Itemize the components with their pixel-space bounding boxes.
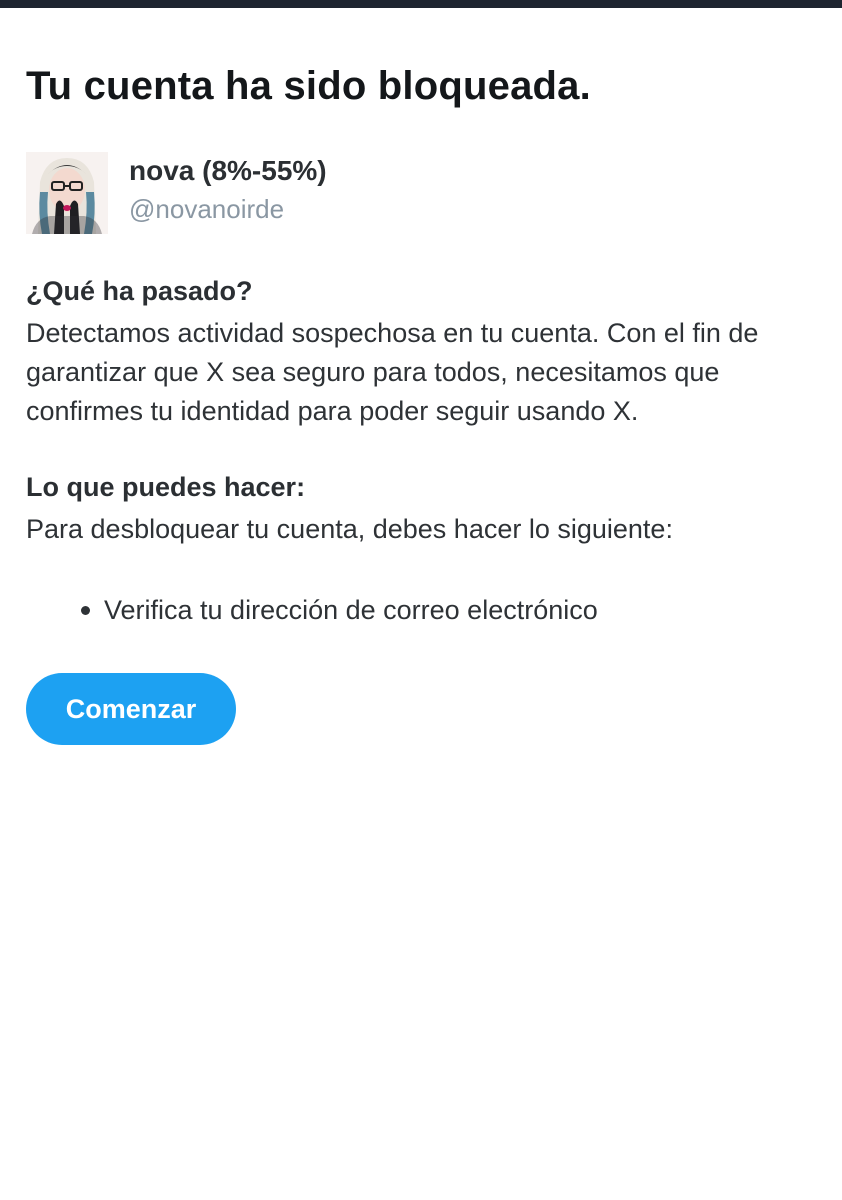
requirement-verify-email: Verifica tu dirección de correo electrón…	[104, 595, 598, 625]
bullet-icon	[81, 606, 90, 615]
avatar	[26, 152, 108, 234]
start-button[interactable]: Comenzar	[26, 673, 236, 745]
account-handle: @novanoirde	[129, 194, 285, 224]
what-you-can-do-heading: Lo que puedes hacer:	[26, 472, 306, 502]
account-card: nova (8%-55%) @novanoirde	[26, 152, 726, 236]
account-display-name: nova (8%-55%)	[129, 155, 327, 186]
what-happened-heading: ¿Qué ha pasado?	[26, 276, 253, 306]
what-you-can-do-text: Para desbloquear tu cuenta, debes hacer …	[26, 514, 673, 544]
list-item: Verifica tu dirección de correo electrón…	[26, 591, 598, 630]
user-avatar-photo-icon	[26, 152, 108, 234]
requirements-list: Verifica tu dirección de correo electrón…	[26, 591, 598, 630]
account-locked-page: Tu cuenta ha sido bloqueada. nova (8%-55…	[0, 0, 842, 1200]
what-happened-text: Detectamos actividad sospechosa en tu cu…	[26, 318, 759, 426]
page-title: Tu cuenta ha sido bloqueada.	[26, 64, 591, 108]
